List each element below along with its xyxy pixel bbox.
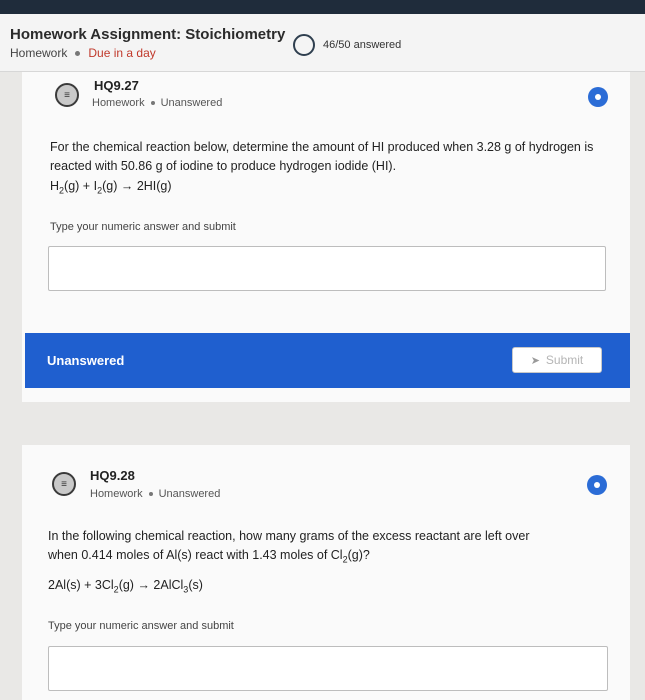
answer-status-bar: Unanswered ➤ Submit [25, 333, 630, 388]
list-icon: ≡ [52, 472, 76, 496]
progress-text: 46/50 answered [323, 39, 402, 51]
question-type: Homework [92, 97, 145, 109]
assignment-header: Homework Assignment: Stoichiometry Homew… [0, 14, 645, 72]
assignment-subtitle: Homework Due in a day [10, 46, 156, 60]
question-text: For the chemical reaction below, determi… [50, 140, 594, 173]
chemical-equation: H2(g) + I2(g) → 2HI(g) [50, 179, 172, 196]
circle-dot-icon[interactable] [588, 87, 608, 107]
separator-dot [148, 492, 153, 496]
submit-button[interactable]: ➤ Submit [512, 347, 602, 373]
circle-dot-icon[interactable] [587, 475, 607, 495]
separator-dot [75, 50, 81, 56]
separator-dot [150, 101, 155, 105]
list-icon: ≡ [55, 83, 79, 107]
question-card: ≡ HQ9.28 Homework Unanswered In the foll… [22, 445, 630, 700]
due-date: Due in a day [88, 46, 156, 60]
question-type: Homework [90, 488, 143, 500]
assignment-title: Homework Assignment: Stoichiometry [10, 26, 286, 43]
question-text: In the following chemical reaction, how … [48, 529, 530, 565]
answer-hint: Type your numeric answer and submit [48, 620, 234, 632]
chemical-equation: 2Al(s) + 3Cl2(g) → 2AlCl3(s) [48, 578, 203, 595]
assignment-type: Homework [10, 46, 68, 60]
send-icon: ➤ [530, 354, 540, 367]
question-id: HQ9.28 [90, 468, 135, 483]
question-meta: Homework Unanswered [92, 97, 222, 109]
submit-label: Submit [545, 353, 584, 367]
progress-ring-icon [293, 34, 315, 56]
status-label: Unanswered [47, 353, 125, 368]
answer-hint: Type your numeric answer and submit [50, 221, 236, 233]
numeric-answer-input[interactable] [48, 646, 608, 691]
question-meta: Homework Unanswered [90, 488, 220, 500]
question-status: Unanswered [158, 488, 221, 500]
question-status: Unanswered [160, 97, 223, 109]
answered-progress: 46/50 answered [293, 34, 401, 56]
top-bar [0, 0, 645, 14]
numeric-answer-input[interactable] [48, 246, 606, 291]
question-id: HQ9.27 [94, 78, 139, 93]
